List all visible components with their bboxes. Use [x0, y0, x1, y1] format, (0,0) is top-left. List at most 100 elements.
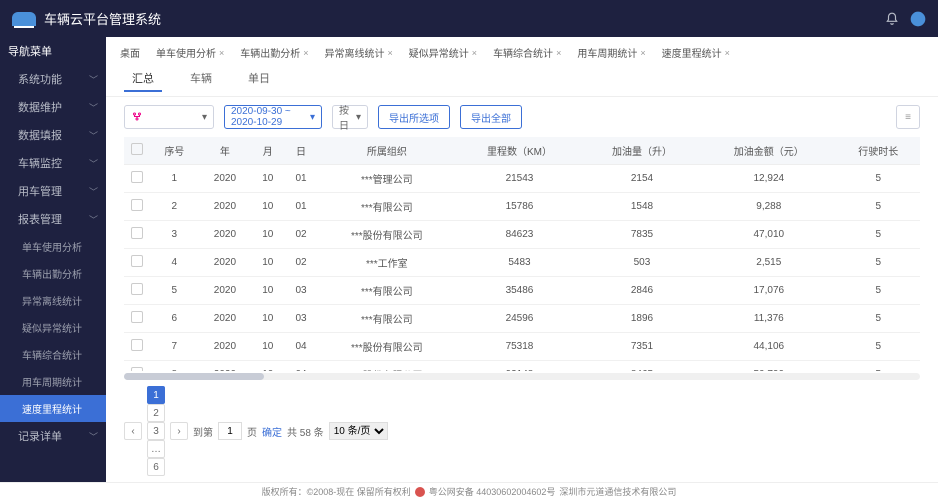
sidebar-group-1[interactable]: 数据维护﹀: [0, 93, 106, 121]
column-header: 所属组织: [318, 137, 456, 165]
sidebar-group-2[interactable]: 数据填报﹀: [0, 121, 106, 149]
row-checkbox[interactable]: [131, 227, 143, 239]
page-number[interactable]: 3: [147, 422, 165, 440]
sub-tabs: 汇总车辆单日: [106, 62, 938, 97]
chevron-down-icon: ﹀: [89, 213, 98, 226]
top-tab-3[interactable]: 异常离线统计×: [321, 43, 397, 62]
row-checkbox[interactable]: [131, 311, 143, 323]
column-header: 行驶时长: [837, 137, 920, 165]
column-header: 序号: [150, 137, 199, 165]
column-header: 年: [199, 137, 252, 165]
table-row[interactable]: 6 2020 10 03 ***有限公司 24596 1896 11,376 5: [124, 305, 920, 333]
column-header: 日: [284, 137, 317, 165]
org-select[interactable]: ▾: [124, 105, 214, 129]
sidebar-header: 导航菜单: [0, 37, 106, 65]
chevron-down-icon: ▾: [356, 112, 361, 123]
org-icon: [131, 111, 143, 123]
unit-select[interactable]: 按日 ▾: [332, 105, 368, 129]
top-tab-7[interactable]: 速度里程统计×: [658, 43, 734, 62]
chevron-down-icon: ﹀: [89, 101, 98, 114]
sub-tab-0[interactable]: 汇总: [124, 66, 162, 92]
top-tabs: 桌面单车使用分析× 车辆出勤分析× 异常离线统计× 疑似异常统计× 车辆综合统计× 用车周…: [106, 37, 938, 62]
chevron-down-icon: ﹀: [89, 129, 98, 142]
column-header: 月: [251, 137, 284, 165]
table-row[interactable]: 4 2020 10 02 ***工作室 5483 503 2,515 5: [124, 249, 920, 277]
sidebar-subitem-1[interactable]: 车辆出勤分析: [0, 260, 106, 287]
page-number[interactable]: 2: [147, 404, 165, 422]
close-icon[interactable]: ×: [219, 48, 224, 58]
chevron-down-icon: ▾: [202, 112, 207, 123]
sidebar-subitem-6[interactable]: 速度里程统计: [0, 395, 106, 422]
export-selected-button[interactable]: 导出所选项: [378, 105, 450, 129]
column-header: 加油金额（元）: [701, 137, 837, 165]
gov-badge-icon: [415, 487, 425, 497]
sidebar-subitem-5[interactable]: 用车周期统计: [0, 368, 106, 395]
sidebar-subitem-4[interactable]: 车辆综合统计: [0, 341, 106, 368]
export-all-button[interactable]: 导出全部: [460, 105, 522, 129]
top-tab-4[interactable]: 疑似异常统计×: [405, 43, 481, 62]
app-logo: [12, 12, 36, 26]
row-checkbox[interactable]: [131, 255, 143, 267]
close-icon[interactable]: ×: [388, 48, 393, 58]
pagination: ‹ 123…6 › 到第 页 确定 共 58 条 10 条/页: [106, 380, 938, 482]
top-tab-1[interactable]: 单车使用分析×: [152, 43, 228, 62]
sidebar-group-3[interactable]: 车辆监控﹀: [0, 149, 106, 177]
topbar: 车辆云平台管理系统: [0, 0, 938, 37]
user-avatar[interactable]: [910, 11, 926, 27]
select-all-checkbox[interactable]: [131, 143, 143, 155]
row-checkbox[interactable]: [131, 171, 143, 183]
close-icon[interactable]: ×: [725, 48, 730, 58]
page-next[interactable]: ›: [170, 422, 188, 440]
app-title: 车辆云平台管理系统: [44, 9, 161, 28]
date-range-picker[interactable]: 2020-09-30 ~ 2020-10-29 ▾: [224, 105, 322, 129]
table-row[interactable]: 5 2020 10 03 ***有限公司 35486 2846 17,076 5: [124, 277, 920, 305]
page-number: …: [147, 440, 165, 458]
filters: ▾ 2020-09-30 ~ 2020-10-29 ▾ 按日 ▾ 导出所选项 导…: [106, 97, 938, 137]
table-row[interactable]: 7 2020 10 04 ***股份有限公司 75318 7351 44,106…: [124, 333, 920, 361]
table-row[interactable]: 3 2020 10 02 ***股份有限公司 84623 7835 47,010…: [124, 221, 920, 249]
horizontal-scrollbar[interactable]: [124, 373, 920, 380]
footer: 版权所有：©2008-现在 保留所有权利 粤公网安备 4403060200460…: [0, 482, 938, 500]
close-icon[interactable]: ×: [472, 48, 477, 58]
close-icon[interactable]: ×: [640, 48, 645, 58]
row-checkbox[interactable]: [131, 283, 143, 295]
table-row[interactable]: 2 2020 10 01 ***有限公司 15786 1548 9,288 5: [124, 193, 920, 221]
sidebar-group-0[interactable]: 系统功能﹀: [0, 65, 106, 93]
top-tab-6[interactable]: 用车周期统计×: [573, 43, 649, 62]
table-row[interactable]: 1 2020 10 01 ***管理公司 21543 2154 12,924 5: [124, 165, 920, 193]
top-tab-5[interactable]: 车辆综合统计×: [489, 43, 565, 62]
sub-tab-1[interactable]: 车辆: [182, 66, 220, 92]
chevron-down-icon: ﹀: [89, 73, 98, 86]
page-jump-input[interactable]: [218, 422, 242, 440]
close-icon[interactable]: ×: [303, 48, 308, 58]
chevron-down-icon: ﹀: [89, 157, 98, 170]
row-checkbox[interactable]: [131, 339, 143, 351]
sub-tab-2[interactable]: 单日: [240, 66, 278, 92]
row-checkbox[interactable]: [131, 367, 143, 371]
sidebar-group-4[interactable]: 用车管理﹀: [0, 177, 106, 205]
sidebar-group-5[interactable]: 报表管理﹀: [0, 205, 106, 233]
scrollbar-thumb[interactable]: [124, 373, 264, 380]
table-row[interactable]: 8 2020 10 04 ***股份有限公司 93148 8465 50,790…: [124, 361, 920, 372]
content: 桌面单车使用分析× 车辆出勤分析× 异常离线统计× 疑似异常统计× 车辆综合统计× 用车周…: [106, 37, 938, 482]
chevron-down-icon: ﹀: [89, 430, 98, 443]
top-tab-2[interactable]: 车辆出勤分析×: [236, 43, 312, 62]
close-icon[interactable]: ×: [556, 48, 561, 58]
sidebar: 导航菜单 系统功能﹀数据维护﹀数据填报﹀车辆监控﹀用车管理﹀报表管理﹀ 单车使用…: [0, 37, 106, 482]
page-size-select[interactable]: 10 条/页: [329, 422, 388, 440]
page-prev[interactable]: ‹: [124, 422, 142, 440]
page-number[interactable]: 1: [147, 386, 165, 404]
sidebar-group-records[interactable]: 记录详单 ﹀: [0, 422, 106, 450]
page-number[interactable]: 6: [147, 458, 165, 476]
columns-setting-button[interactable]: ≡: [896, 105, 920, 129]
row-checkbox[interactable]: [131, 199, 143, 211]
sidebar-subitem-0[interactable]: 单车使用分析: [0, 233, 106, 260]
notification-icon[interactable]: [884, 11, 900, 27]
calendar-icon: ▾: [310, 112, 315, 123]
page-jump-confirm[interactable]: 确定: [262, 424, 282, 439]
column-header: 里程数（KM）: [456, 137, 583, 165]
sidebar-subitem-2[interactable]: 异常离线统计: [0, 287, 106, 314]
data-table: 序号年月日所属组织里程数（KM）加油量（升）加油金额（元）行驶时长 1 2020…: [124, 137, 920, 371]
sidebar-subitem-3[interactable]: 疑似异常统计: [0, 314, 106, 341]
top-tab-0[interactable]: 桌面: [116, 43, 144, 62]
